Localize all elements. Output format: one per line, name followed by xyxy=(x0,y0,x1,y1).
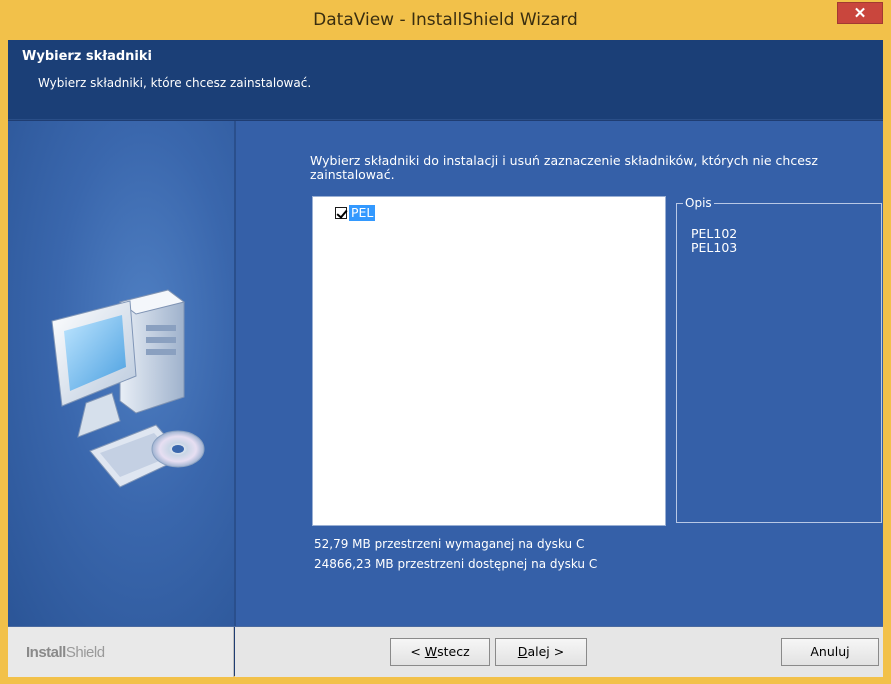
button-strip: < Wstecz Dalej > Anuluj xyxy=(235,627,883,677)
space-required-text: 52,79 MB przestrzeni wymaganej na dysku … xyxy=(314,537,585,551)
brand-bold: Install xyxy=(26,644,66,661)
title-bar[interactable]: DataView - InstallShield Wizard ✕ xyxy=(0,0,891,40)
components-tree[interactable]: PEL xyxy=(312,196,666,526)
page-subtitle: Wybierz składniki, które chcesz zainstal… xyxy=(38,76,312,90)
header-panel: Wybierz składniki Wybierz składniki, któ… xyxy=(8,40,883,120)
computer-cd-icon xyxy=(51,289,205,488)
close-button[interactable]: ✕ xyxy=(837,2,883,24)
checkbox-checked-icon[interactable] xyxy=(335,207,347,219)
close-icon: ✕ xyxy=(853,5,867,22)
button-bar: InstallShield < Wstecz Dalej > Anuluj xyxy=(8,626,883,677)
tree-item-label[interactable]: PEL xyxy=(349,205,376,221)
brand-light: Shield xyxy=(65,644,105,661)
instruction-text: Wybierz składniki do instalacji i usuń z… xyxy=(310,153,818,182)
tree-item-pel[interactable]: PEL xyxy=(335,205,376,221)
installshield-logo: InstallShield xyxy=(8,627,234,677)
back-label-post: stecz xyxy=(437,644,470,659)
cancel-button[interactable]: Anuluj xyxy=(781,638,879,666)
window-title: DataView - InstallShield Wizard xyxy=(313,10,578,30)
installer-window: DataView - InstallShield Wizard ✕ Wybier… xyxy=(0,0,891,684)
next-button[interactable]: Dalej > xyxy=(495,638,587,666)
brand-text: InstallShield xyxy=(26,644,105,661)
page-title: Wybierz składniki xyxy=(22,49,152,64)
next-label-key: D xyxy=(517,644,528,659)
description-line: PEL103 xyxy=(691,240,738,255)
description-line: PEL102 xyxy=(691,226,738,241)
back-label-pre: < xyxy=(410,644,425,659)
main-panel: Wybierz składniki do instalacji i usuń z… xyxy=(236,121,883,626)
next-label-post: alej > xyxy=(527,644,565,659)
description-group: Opis PEL102 PEL103 xyxy=(676,196,882,523)
description-legend: Opis xyxy=(683,196,714,210)
wizard-client-area: Wybierz składniki Wybierz składniki, któ… xyxy=(8,40,883,677)
back-label-key: W xyxy=(424,644,438,659)
side-illustration-panel xyxy=(8,121,234,626)
back-button[interactable]: < Wstecz xyxy=(390,638,490,666)
space-available-text: 24866,23 MB przestrzeni dostępnej na dys… xyxy=(314,557,598,571)
